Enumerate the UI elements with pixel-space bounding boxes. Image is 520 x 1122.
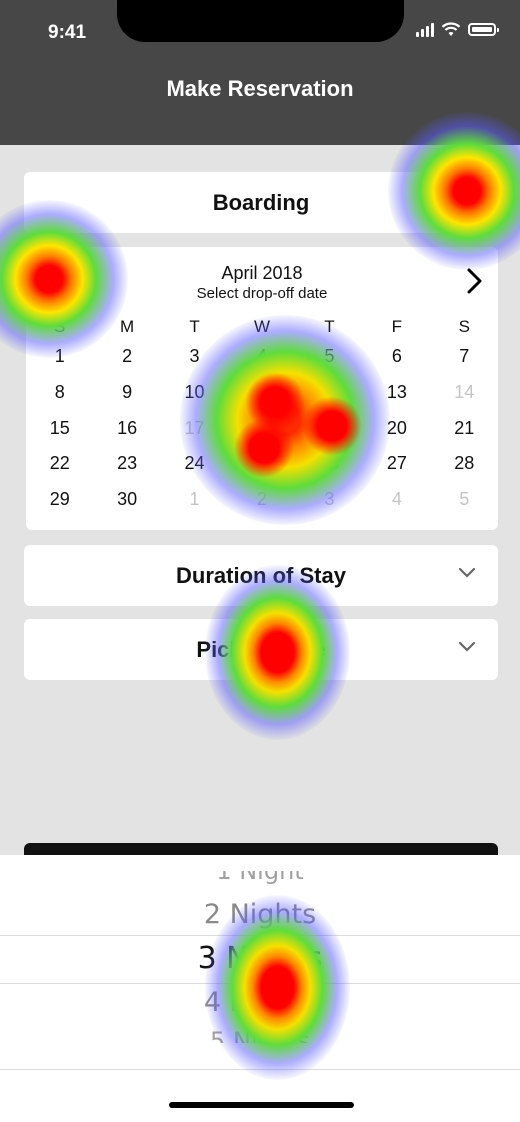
calendar-day: 5 bbox=[459, 489, 470, 510]
service-selector[interactable]: Boarding bbox=[24, 172, 498, 233]
page-title: Make Reservation bbox=[166, 76, 354, 101]
calendar-day[interactable]: 5 bbox=[296, 339, 363, 375]
picker-divider bbox=[0, 983, 520, 984]
duration-dropdown[interactable]: Duration of Stay bbox=[24, 545, 498, 606]
phone-screen: 9:41 Make Reservation Boarding April 201… bbox=[0, 0, 520, 1122]
calendar-day[interactable]: 27 bbox=[363, 446, 430, 482]
calendar-day[interactable]: 29 bbox=[26, 482, 93, 518]
picker-option[interactable]: 4 Nights bbox=[0, 987, 520, 1018]
picker-divider bbox=[0, 935, 520, 936]
calendar-day: 2 bbox=[256, 489, 267, 510]
calendar-day[interactable]: 11 bbox=[228, 375, 295, 411]
calendar-day[interactable]: 10 bbox=[161, 375, 228, 411]
weekday-label: T bbox=[324, 317, 335, 336]
calendar-day[interactable]: 28 bbox=[431, 446, 498, 482]
calendar-day[interactable]: 12 bbox=[296, 375, 363, 411]
wifi-icon bbox=[441, 22, 461, 36]
calendar: April 2018 Select drop-off date S M T W T F S 1… bbox=[26, 247, 498, 530]
service-label: Boarding bbox=[212, 189, 310, 215]
weekday-label: M bbox=[120, 317, 135, 336]
status-icons bbox=[416, 22, 499, 37]
calendar-day[interactable]: 20 bbox=[363, 410, 430, 446]
calendar-day: 3 bbox=[324, 489, 335, 510]
calendar-day[interactable]: 9 bbox=[93, 375, 160, 411]
signal-icon bbox=[416, 22, 434, 37]
calendar-day[interactable]: 8 bbox=[26, 375, 93, 411]
status-time: 9:41 bbox=[48, 22, 87, 43]
calendar-day[interactable]: 30 bbox=[93, 482, 160, 518]
pickup-time-dropdown[interactable]: Pickup Time bbox=[24, 619, 498, 680]
picker-option[interactable]: 1 Night bbox=[0, 871, 520, 885]
calendar-day[interactable]: 4 bbox=[228, 339, 295, 375]
calendar-grid: S M T W T F S 1 2 3 4 5 6 7 8 9 10 11 12 13 14 15 16 17 18 19 20 21… bbox=[26, 315, 498, 517]
calendar-day: 1 bbox=[189, 489, 200, 510]
chevron-right-icon[interactable] bbox=[464, 267, 484, 295]
calendar-day[interactable]: 3 bbox=[161, 339, 228, 375]
calendar-day: 25 bbox=[251, 453, 272, 474]
calendar-day[interactable]: 1 bbox=[26, 339, 93, 375]
calendar-day[interactable]: 23 bbox=[93, 446, 160, 482]
calendar-day[interactable]: 15 bbox=[26, 410, 93, 446]
calendar-day[interactable]: 13 bbox=[363, 375, 430, 411]
weekday-label: T bbox=[189, 317, 200, 336]
picker-option[interactable]: 5 Nights bbox=[0, 1027, 520, 1043]
picker-option-selected[interactable]: 3 Nights bbox=[0, 941, 520, 976]
calendar-day[interactable]: 19 bbox=[296, 410, 363, 446]
pickup-label: Pickup Time bbox=[196, 636, 326, 662]
calendar-day: 4 bbox=[391, 489, 402, 510]
calendar-day[interactable]: 7 bbox=[431, 339, 498, 375]
calendar-month: April 2018 bbox=[221, 263, 303, 283]
weekday-label: S bbox=[54, 317, 66, 336]
duration-label: Duration of Stay bbox=[176, 562, 346, 588]
notch bbox=[117, 0, 404, 42]
weekday-label: W bbox=[253, 317, 271, 336]
calendar-day: 17 bbox=[184, 417, 205, 438]
calendar-day[interactable]: 21 bbox=[431, 410, 498, 446]
picker-option[interactable]: 2 Nights bbox=[0, 899, 520, 930]
duration-picker[interactable]: 1 Night 2 Nights 3 Nights 4 Nights 5 Nig… bbox=[0, 855, 520, 1122]
picker-divider bbox=[0, 1069, 520, 1070]
chevron-down-icon bbox=[458, 567, 476, 578]
calendar-subtitle: Select drop-off date bbox=[196, 285, 328, 302]
calendar-day: 14 bbox=[454, 382, 475, 403]
calendar-day-selected[interactable]: 26 bbox=[296, 446, 363, 482]
weekday-label: S bbox=[458, 317, 470, 336]
chevron-down-icon bbox=[458, 641, 476, 652]
weekday-label: F bbox=[391, 317, 403, 336]
calendar-day[interactable]: 2 bbox=[93, 339, 160, 375]
calendar-day[interactable]: 24 bbox=[161, 446, 228, 482]
calendar-day[interactable]: 22 bbox=[26, 446, 93, 482]
battery-icon bbox=[468, 23, 499, 36]
app-header: 9:41 Make Reservation bbox=[0, 0, 520, 145]
calendar-day[interactable]: 6 bbox=[363, 339, 430, 375]
calendar-day[interactable]: 18 bbox=[228, 410, 295, 446]
calendar-day[interactable]: 16 bbox=[93, 410, 160, 446]
home-indicator bbox=[169, 1102, 354, 1108]
